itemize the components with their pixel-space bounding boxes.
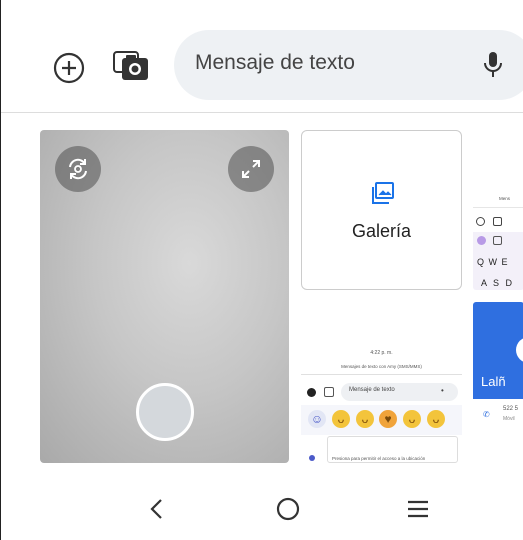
ss3-contact-name: Lalñ: [481, 374, 506, 389]
camera-preview[interactable]: [40, 130, 289, 463]
expand-icon[interactable]: [228, 146, 274, 192]
gallery-label: Galería: [351, 221, 412, 241]
recent-screenshot-3[interactable]: Lalñ ✆ 522 5 Móvil: [473, 302, 523, 463]
ss-header: Mensajes de texto con Amy (SMS/MMS): [341, 364, 422, 369]
recent-screenshot-2[interactable]: Mens Q W E A S D: [473, 190, 523, 290]
message-input[interactable]: Mensaje de texto: [174, 30, 523, 100]
compose-bar: Mensaje de texto: [1, 0, 523, 112]
back-icon[interactable]: [137, 491, 177, 527]
ss3-number: 522 5: [503, 406, 519, 412]
ss-time: 4:22 p. m.: [370, 350, 393, 356]
ss-emoji-3: ♥: [379, 410, 397, 428]
ss-emoji-2: ᴗ: [356, 410, 374, 428]
gallery-tile[interactable]: Galería: [301, 130, 462, 290]
ss2-keys-row-2: A S D: [481, 278, 515, 288]
ss-emoji-5: ᴗ: [427, 410, 445, 428]
system-navbar: [1, 477, 523, 540]
shutter-button[interactable]: [136, 383, 194, 441]
ss-location-icon: [309, 455, 315, 461]
ss-location-text: Presiona para permitir el acceso a la ub…: [332, 456, 426, 461]
camera-icon[interactable]: [109, 46, 153, 86]
phone-icon: ✆: [483, 410, 490, 419]
ss2-divider: [473, 207, 523, 208]
gallery-icon: [371, 181, 395, 210]
switch-camera-icon[interactable]: [55, 146, 101, 192]
ss2-sticker-icon: [493, 236, 502, 245]
ss-camera-icon: [324, 387, 334, 397]
ss-emoji-icon: ☺: [308, 410, 326, 428]
ss-emoji-4: ᴗ: [403, 410, 421, 428]
ss3-type: Móvil: [503, 416, 515, 422]
home-icon[interactable]: [268, 491, 308, 527]
ss2-title: Mens: [499, 196, 511, 201]
ss-input: Mensaje de texto •: [341, 383, 458, 401]
message-placeholder: Mensaje de texto: [195, 51, 355, 74]
ss-input-placeholder: Mensaje de texto: [349, 387, 395, 393]
ss2-keys-row: Q W E: [477, 257, 509, 267]
divider: [1, 112, 523, 113]
screen: Mensaje de texto Galería 4:22 p. m. Mens…: [0, 0, 523, 540]
ss-mic-icon: •: [441, 386, 444, 395]
ss-emoji-1: ᴗ: [332, 410, 350, 428]
ss2-key-icon: [477, 236, 486, 245]
ss2-add-icon: [476, 217, 485, 226]
plus-circle-icon[interactable]: [49, 48, 89, 88]
ss-add-icon: [307, 388, 316, 397]
ss-divider: [301, 374, 462, 375]
recents-icon[interactable]: [398, 491, 438, 527]
recent-screenshot[interactable]: 4:22 p. m. Mensajes de texto con Amy (SM…: [301, 298, 462, 463]
mic-icon[interactable]: [481, 50, 505, 85]
ss2-camera-icon: [493, 217, 502, 226]
ss-location-card: Presiona para permitir el acceso a la ub…: [327, 436, 458, 463]
